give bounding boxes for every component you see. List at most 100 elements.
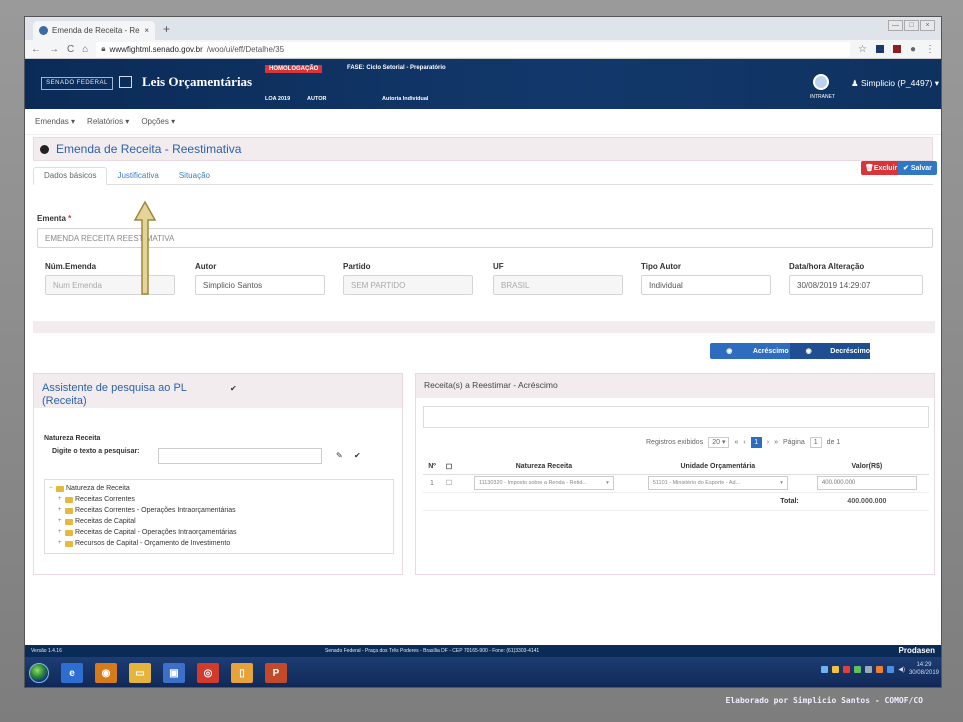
menu-relatorios[interactable]: Relatórios ▾ (87, 117, 129, 126)
menu-emendas-label: Emendas (35, 117, 69, 126)
assistant-toggle-checkbox[interactable]: ✔ (230, 384, 237, 393)
results-filter-input[interactable] (423, 406, 929, 428)
folder-icon (65, 518, 73, 525)
tray-icon[interactable] (865, 665, 873, 673)
menu-emendas[interactable]: Emendas ▾ (35, 117, 75, 126)
url-host: wwwfightml.senado.gov.br (109, 44, 203, 54)
favicon-icon (39, 26, 48, 35)
folder-icon[interactable]: ▯ (231, 663, 253, 683)
pagina-input[interactable]: 1 (809, 437, 822, 448)
tray-icon[interactable] (843, 665, 851, 673)
tray-icon[interactable] (821, 665, 829, 673)
powerpoint-icon[interactable]: P (265, 663, 287, 683)
select-all-checkbox[interactable]: ☐ (446, 464, 452, 471)
tray-icon[interactable] (887, 665, 895, 673)
next-page-icon[interactable]: › (767, 439, 769, 446)
forward-icon[interactable]: → (49, 44, 59, 55)
tree-node[interactable]: + Receitas Correntes (49, 494, 393, 505)
acrescimo-decrescimo-toggle: ◉ Acréscimo ◉ Decréscimo (710, 343, 870, 359)
menu-opcoes[interactable]: Opções ▾ (141, 117, 175, 126)
confirm-icon[interactable]: ✔ (354, 451, 361, 460)
autor-input[interactable]: Simplicio Santos (195, 275, 325, 295)
partido-input[interactable]: SEM PARTIDO (343, 275, 473, 295)
window-controls: — □ × (888, 20, 935, 31)
firefox-icon[interactable]: ◉ (95, 663, 117, 683)
page-current[interactable]: 1 (750, 437, 762, 448)
reload-icon[interactable]: C (67, 44, 74, 55)
senado-logo[interactable]: SENADO FEDERAL (41, 77, 113, 90)
user-menu[interactable]: ♟ Simplicio (P_4497) ▾ (851, 78, 939, 89)
tray-icon[interactable] (832, 665, 840, 673)
required-mark: * (68, 214, 72, 223)
tab-situacao[interactable]: Situação (169, 171, 220, 184)
extension-red-icon[interactable] (892, 45, 901, 53)
back-icon[interactable]: ← (31, 44, 41, 55)
tree-node[interactable]: + Receitas Correntes - Operações Intraorç… (49, 505, 393, 516)
row-valor-input[interactable]: 400.000.000 (804, 474, 929, 493)
search-label: Digite o texto a pesquisar: (52, 448, 140, 455)
tray-icon[interactable] (876, 665, 884, 673)
expand-icon[interactable]: + (58, 494, 63, 505)
row-unidade-value: 51101 - Ministério do Esporte - Ad... (652, 480, 741, 486)
clock[interactable]: 14:29 30/08/2019 (909, 661, 939, 677)
url-input[interactable]: 🔒︎ wwwfightml.senado.gov.br/woo/ui/eff/D… (96, 41, 850, 57)
tray-icon[interactable] (854, 665, 862, 673)
data-alteracao-input[interactable]: 30/08/2019 14:29:07 (789, 275, 923, 295)
explorer-folder-icon[interactable]: ▭ (129, 663, 151, 683)
user-label: Simplicio (P_4497) (861, 78, 933, 88)
volume-icon[interactable]: ◀) (898, 666, 905, 673)
tree-node[interactable]: + Receitas de Capital (49, 516, 393, 527)
prev-page-icon[interactable]: ‹ (743, 439, 745, 446)
close-window-icon[interactable]: × (920, 20, 935, 31)
decrescimo-option[interactable]: ◉ Decréscimo (790, 343, 870, 359)
chrome-icon[interactable]: ◎ (197, 663, 219, 683)
maximize-icon[interactable]: □ (904, 20, 919, 31)
last-page-icon[interactable]: » (774, 439, 778, 446)
row-natureza-select[interactable]: 11130320 - Imposto sobre a Renda - Retid… (457, 474, 631, 493)
section-divider (33, 321, 935, 333)
app-name[interactable]: Leis Orçamentárias (142, 74, 252, 90)
profile-icon[interactable]: ● (910, 44, 916, 55)
row-checkbox[interactable]: ☐ (441, 474, 457, 493)
ie-icon[interactable]: e (61, 663, 83, 683)
ementa-input[interactable]: EMENDA RECEITA REESTIMATIVA (37, 228, 933, 248)
tab-dados-basicos[interactable]: Dados básicos (33, 167, 108, 185)
home-icon[interactable]: ⌂ (82, 44, 88, 55)
row-unidade-select[interactable]: 51101 - Ministério do Esporte - Ad... ▾ (630, 474, 805, 493)
star-icon[interactable]: ☆ (858, 44, 867, 55)
expand-icon[interactable]: + (58, 527, 63, 538)
expand-icon[interactable]: + (58, 516, 63, 527)
main-menu: Emendas ▾ Relatórios ▾ Opções ▾ (25, 109, 941, 135)
natureza-tree: − Natureza de Receita + Receitas Correntes… (44, 479, 394, 554)
first-page-icon[interactable]: « (734, 439, 738, 446)
footer-address: Senado Federal - Praça dos Três Poderes … (325, 648, 540, 654)
minimize-icon[interactable]: — (888, 20, 903, 31)
search-input[interactable] (158, 448, 322, 464)
tree-node-root[interactable]: − Natureza de Receita (49, 483, 393, 494)
uf-input[interactable]: BRASIL (493, 275, 623, 295)
row-natureza-value: 11130320 - Imposto sobre a Renda - Retid… (478, 480, 587, 486)
start-button-icon[interactable] (29, 663, 49, 683)
pagina-label: Página (782, 439, 805, 446)
tree-node[interactable]: + Recursos de Capital - Orçamento de Inve… (49, 538, 393, 549)
delete-button[interactable]: 🗑︎Excluir (861, 161, 902, 175)
new-tab-icon[interactable]: + (163, 22, 170, 36)
menu-kebab-icon[interactable]: ⋮ (925, 44, 935, 55)
save-button[interactable]: ✔ Salvar (898, 161, 937, 175)
table-header-row: Nº ☐ Natureza Receita Unidade Orçamentár… (423, 460, 929, 475)
tree-node[interactable]: + Receitas de Capital - Operações Intraor… (49, 527, 393, 538)
tab-justificativa[interactable]: Justificativa (107, 171, 168, 184)
extension-icon[interactable] (875, 45, 884, 53)
tipo-autor-input[interactable]: Individual (641, 275, 771, 295)
menu-relatorios-label: Relatórios (87, 117, 124, 126)
intranet-icon[interactable] (813, 74, 829, 90)
clear-icon[interactable]: ✎ (336, 451, 343, 460)
close-tab-icon[interactable]: × (144, 26, 149, 35)
acrescimo-option[interactable]: ◉ Acréscimo (710, 343, 790, 359)
collapse-icon[interactable]: − (49, 483, 54, 494)
browser-tab[interactable]: Emenda de Receita - Reestimati × (33, 21, 155, 40)
outlook-icon[interactable]: ▣ (163, 663, 185, 683)
expand-icon[interactable]: + (58, 538, 63, 549)
expand-icon[interactable]: + (58, 505, 63, 516)
registros-select[interactable]: 20 ▾ (708, 437, 730, 448)
